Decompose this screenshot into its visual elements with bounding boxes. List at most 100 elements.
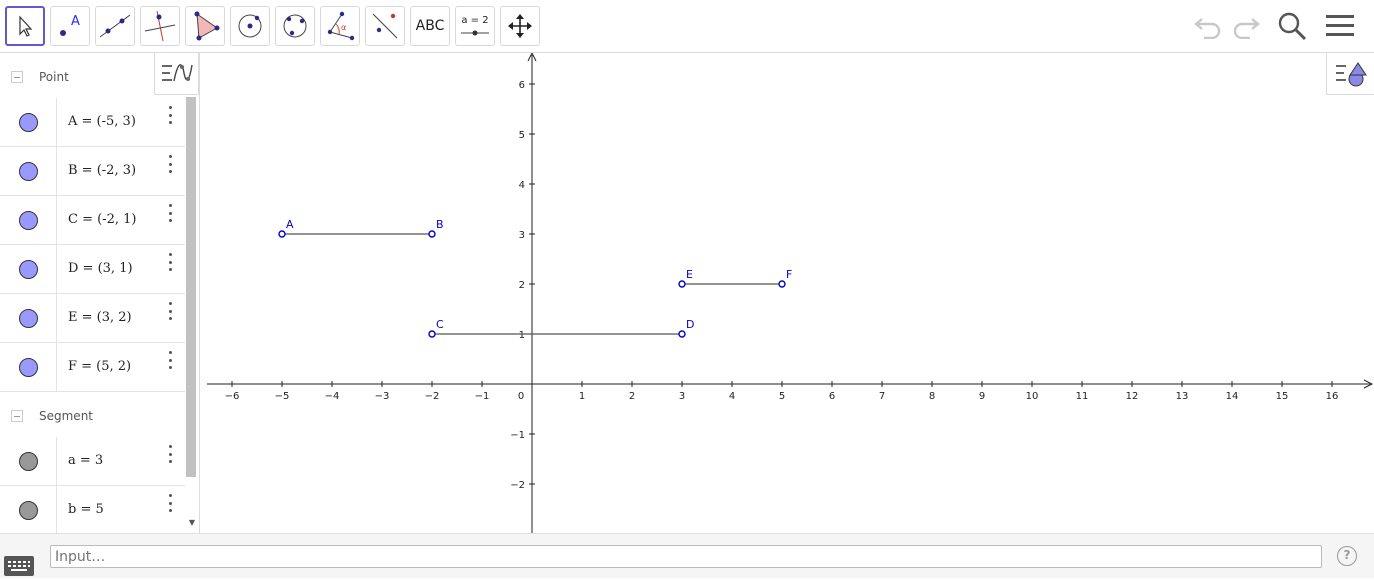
collapse-icon[interactable] [11, 410, 23, 422]
collapse-icon[interactable] [11, 71, 23, 83]
algebra-style-bar-icon [161, 63, 193, 81]
redo-button[interactable] [1228, 8, 1264, 44]
x-tick-label: 13 [1176, 391, 1189, 402]
point-label-A: A [286, 218, 294, 231]
toolbar: A α ABC a = 2 [0, 0, 1374, 53]
group-label-segment: Segment [39, 409, 93, 423]
slider-tool-button[interactable]: a = 2 [455, 6, 495, 46]
y-tick-label: 1 [519, 330, 525, 341]
x-tick-label: −4 [325, 391, 340, 402]
help-icon[interactable]: ? [1337, 546, 1357, 566]
move-tool-button[interactable] [5, 6, 45, 46]
more-options-icon[interactable] [163, 302, 177, 320]
line-tool-button[interactable] [95, 6, 135, 46]
algebra-row-E[interactable]: E = (3, 2) [0, 294, 185, 343]
visibility-toggle-icon[interactable] [18, 161, 38, 181]
visibility-toggle-icon[interactable] [18, 112, 38, 132]
perpendicular-tool-button[interactable] [140, 6, 180, 46]
visibility-toggle-icon[interactable] [18, 308, 38, 328]
group-header-segment[interactable]: Segment [0, 394, 185, 438]
algebra-expression[interactable]: E = (3, 2) [68, 310, 132, 325]
point-tool-button[interactable]: A [50, 6, 90, 46]
move-graphics-icon [508, 14, 532, 38]
undo-button[interactable] [1190, 8, 1226, 44]
point-D[interactable] [678, 330, 686, 338]
more-options-icon[interactable] [163, 351, 177, 369]
point-C[interactable] [428, 330, 436, 338]
y-tick-label: 4 [519, 180, 525, 191]
y-tick-label: 5 [519, 130, 525, 141]
point-tool-label: A [71, 14, 80, 29]
keyboard-icon[interactable] [4, 556, 34, 576]
algebra-expression[interactable]: F = (5, 2) [68, 359, 131, 374]
graphics-view[interactable]: −6 −5 −4 −3 −2 −1 0 1 2 3 4 5 6 7 8 9 10 11 12 13 14 15 166543… [207, 53, 1374, 533]
algebra-expression[interactable]: A = (-5, 3) [68, 114, 136, 129]
menu-icon [1326, 15, 1354, 36]
visibility-toggle-icon[interactable] [18, 500, 38, 520]
circle-tool-button[interactable] [230, 6, 270, 46]
x-tick-label: 0 [518, 391, 524, 402]
angle-tool-label: α [341, 23, 346, 32]
visibility-toggle-icon[interactable] [18, 210, 38, 230]
more-options-icon[interactable] [163, 445, 177, 463]
algebra-row-D[interactable]: D = (3, 1) [0, 245, 185, 294]
algebra-row-F[interactable]: F = (5, 2) [0, 343, 185, 392]
algebra-row-A[interactable]: A = (-5, 3) [0, 98, 185, 147]
x-tick-label: 2 [629, 391, 635, 402]
y-tick-label: 6 [519, 80, 525, 91]
search-icon [1278, 12, 1307, 41]
circle-three-points-tool-button[interactable] [275, 6, 315, 46]
point-label-E: E [686, 268, 693, 281]
point-A[interactable] [278, 230, 286, 238]
algebra-row-a[interactable]: a = 3 [0, 437, 185, 486]
point-label-F: F [786, 268, 792, 281]
x-tick-label: 6 [829, 391, 835, 402]
algebra-input-field[interactable] [50, 545, 1322, 568]
visibility-toggle-icon[interactable] [18, 357, 38, 377]
angle-tool-button[interactable]: α [320, 6, 360, 46]
visibility-toggle-icon[interactable] [18, 451, 38, 471]
text-tool-button[interactable]: ABC [410, 6, 450, 46]
x-tick-label: 15 [1276, 391, 1289, 402]
x-tick-label: 14 [1226, 391, 1239, 402]
algebra-row-B[interactable]: B = (-2, 3) [0, 147, 185, 196]
graphics-style-bar-button[interactable] [1326, 53, 1374, 95]
main-menu-button[interactable] [1322, 8, 1358, 44]
algebra-scrollbar[interactable] [186, 97, 196, 477]
move-graphics-tool-button[interactable] [500, 6, 540, 46]
algebra-expression[interactable]: C = (-2, 1) [68, 212, 136, 227]
more-options-icon[interactable] [163, 106, 177, 124]
x-tick-label: 10 [1026, 391, 1039, 402]
algebra-expression[interactable]: b = 5 [68, 502, 104, 517]
x-tick-label: 16 [1326, 391, 1339, 402]
point-E[interactable] [678, 280, 686, 288]
scroll-down-arrow-icon[interactable]: ▼ [186, 517, 198, 529]
more-options-icon[interactable] [163, 494, 177, 512]
more-options-icon[interactable] [163, 204, 177, 222]
algebra-row-b[interactable]: b = 5 [0, 486, 185, 533]
redo-icon [1233, 18, 1260, 39]
input-bar: ? [0, 533, 1374, 578]
reflect-line-icon [372, 13, 398, 39]
more-options-icon[interactable] [163, 253, 177, 271]
slider-tool-label: a = 2 [461, 15, 488, 26]
x-tick-label: −2 [425, 391, 440, 402]
more-options-icon[interactable] [163, 155, 177, 173]
point-B[interactable] [428, 230, 436, 238]
algebra-expression[interactable]: a = 3 [68, 453, 103, 468]
reflect-tool-button[interactable] [365, 6, 405, 46]
algebra-expression[interactable]: B = (-2, 3) [68, 163, 136, 178]
circle-three-points-icon [283, 14, 307, 38]
undo-icon [1194, 18, 1221, 39]
visibility-toggle-icon[interactable] [18, 259, 38, 279]
polygon-tool-button[interactable] [185, 6, 225, 46]
algebra-style-bar-button[interactable] [154, 53, 199, 95]
algebra-row-C[interactable]: C = (-2, 1) [0, 196, 185, 245]
algebra-expression[interactable]: D = (3, 1) [68, 261, 133, 276]
circle-center-point-icon [238, 14, 262, 38]
x-tick-label: 8 [929, 391, 935, 402]
point-F[interactable] [778, 280, 786, 288]
x-tick-label: 9 [979, 391, 985, 402]
text-tool-label: ABC [415, 18, 445, 34]
search-button[interactable] [1274, 8, 1310, 44]
